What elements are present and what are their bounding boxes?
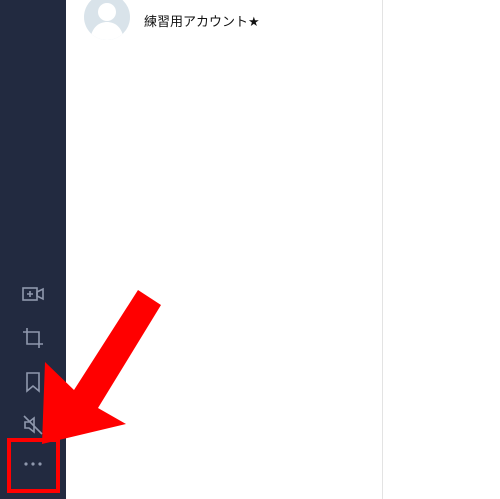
video-plus-icon[interactable] bbox=[18, 279, 48, 309]
more-icon bbox=[24, 462, 42, 466]
chat-name: 練習用アカウント★ bbox=[144, 15, 260, 30]
avatar bbox=[84, 0, 130, 40]
chat-list-panel: 練習用アカウント★ bbox=[66, 0, 383, 499]
mute-icon[interactable] bbox=[18, 410, 48, 440]
sidebar bbox=[0, 0, 66, 499]
more-button[interactable] bbox=[7, 438, 59, 490]
bookmark-icon[interactable] bbox=[18, 367, 48, 397]
crop-icon[interactable] bbox=[18, 323, 48, 353]
chat-list-item[interactable]: 練習用アカウント★ bbox=[66, 0, 382, 48]
